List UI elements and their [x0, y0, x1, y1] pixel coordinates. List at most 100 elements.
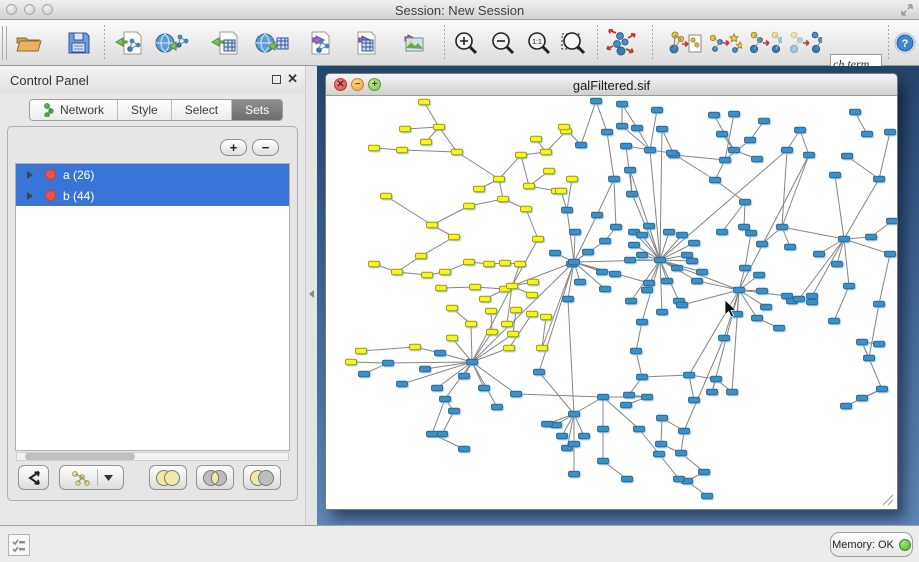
graph-node-blue[interactable] — [782, 147, 793, 153]
graph-node-yellow[interactable] — [381, 193, 392, 199]
graph-edge[interactable] — [471, 324, 472, 362]
graph-node-blue[interactable] — [677, 232, 688, 238]
graph-edge[interactable] — [442, 411, 454, 434]
close-panel-icon[interactable]: ✕ — [287, 71, 298, 87]
graph-node-blue[interactable] — [740, 265, 751, 271]
graph-edge[interactable] — [607, 132, 614, 179]
graph-node-blue[interactable] — [774, 325, 785, 331]
network-window-titlebar[interactable]: ✕ − + galFiltered.sif — [326, 74, 897, 96]
graph-edge[interactable] — [800, 130, 809, 155]
tab-network[interactable]: Network — [30, 100, 118, 120]
export-image-button[interactable] — [393, 27, 427, 59]
graph-edge[interactable] — [568, 299, 574, 414]
graph-edge[interactable] — [661, 418, 662, 444]
graph-node-blue[interactable] — [777, 224, 788, 230]
graph-node-blue[interactable] — [689, 397, 700, 403]
graph-node-yellow[interactable] — [544, 168, 555, 174]
graph-edge[interactable] — [472, 362, 497, 407]
import-network-file-button[interactable] — [113, 27, 147, 59]
graph-edge[interactable] — [512, 264, 520, 286]
graph-node-yellow[interactable] — [480, 296, 491, 302]
graph-node-blue[interactable] — [459, 373, 470, 379]
graph-node-blue[interactable] — [785, 244, 796, 250]
sets-list[interactable]: a (26)b (44) — [15, 163, 290, 451]
graph-node-blue[interactable] — [611, 224, 622, 230]
app-titlebar[interactable]: Session: New Session — [0, 0, 919, 20]
graph-edge[interactable] — [424, 102, 439, 127]
graph-node-blue[interactable] — [692, 278, 703, 284]
graph-node-blue[interactable] — [397, 381, 408, 387]
graph-node-blue[interactable] — [711, 376, 722, 382]
graph-node-yellow[interactable] — [528, 279, 539, 285]
graph-node-blue[interactable] — [832, 261, 843, 267]
graph-node-blue[interactable] — [830, 172, 841, 178]
graph-node-blue[interactable] — [877, 386, 888, 392]
graph-edge[interactable] — [597, 179, 614, 215]
graph-node-yellow[interactable] — [498, 196, 509, 202]
graph-edge[interactable] — [636, 322, 642, 351]
collapse-panel-icon[interactable] — [309, 290, 314, 298]
graph-node-blue[interactable] — [563, 296, 574, 302]
graph-node-blue[interactable] — [622, 476, 633, 482]
graph-node-blue[interactable] — [569, 411, 580, 417]
graph-node-blue[interactable] — [754, 272, 765, 278]
graph-edge[interactable] — [834, 286, 849, 321]
graph-node-blue[interactable] — [841, 403, 852, 409]
resize-grip-icon[interactable] — [882, 494, 894, 506]
graph-node-blue[interactable] — [699, 469, 710, 475]
save-session-button[interactable] — [62, 27, 96, 59]
graph-node-blue[interactable] — [862, 131, 873, 137]
network-window[interactable]: ✕ − + galFiltered.sif — [325, 73, 898, 510]
graph-node-blue[interactable] — [642, 287, 653, 293]
graph-node-blue[interactable] — [657, 126, 668, 132]
graph-node-blue[interactable] — [746, 230, 757, 236]
graph-node-blue[interactable] — [829, 318, 840, 324]
graph-node-blue[interactable] — [359, 371, 370, 377]
export-table-button[interactable] — [347, 27, 381, 59]
graph-edge[interactable] — [744, 202, 745, 227]
export-network-button[interactable] — [301, 27, 335, 59]
graph-node-yellow[interactable] — [421, 139, 432, 145]
fullscreen-icon[interactable] — [900, 3, 914, 17]
graph-node-blue[interactable] — [437, 431, 448, 437]
graph-edge[interactable] — [659, 454, 679, 479]
graph-node-blue[interactable] — [432, 385, 443, 391]
graph-node-blue[interactable] — [598, 458, 609, 464]
graph-edge[interactable] — [862, 342, 882, 389]
graph-node-blue[interactable] — [729, 147, 740, 153]
graph-node-yellow[interactable] — [516, 152, 527, 158]
graph-edge[interactable] — [660, 129, 662, 260]
graph-node-blue[interactable] — [739, 224, 750, 230]
import-table-file-button[interactable] — [209, 27, 243, 59]
graph-node-blue[interactable] — [591, 98, 602, 104]
graph-node-blue[interactable] — [435, 350, 446, 356]
graph-node-blue[interactable] — [662, 278, 673, 284]
graph-node-blue[interactable] — [631, 348, 642, 354]
toolbar-drag-handle[interactable] — [2, 26, 7, 60]
tab-select[interactable]: Select — [172, 100, 232, 120]
graph-node-blue[interactable] — [697, 269, 708, 275]
help-button[interactable]: ? — [888, 27, 919, 59]
graph-node-blue[interactable] — [652, 107, 663, 113]
import-table-web-button[interactable] — [255, 27, 289, 59]
network-canvas[interactable] — [326, 96, 897, 509]
graph-node-yellow[interactable] — [466, 321, 477, 327]
graph-edge[interactable] — [425, 362, 472, 369]
graph-node-blue[interactable] — [672, 265, 683, 271]
graph-node-blue[interactable] — [717, 229, 728, 235]
graph-node-blue[interactable] — [569, 441, 580, 447]
graph-node-blue[interactable] — [657, 309, 668, 315]
set-list-item[interactable]: a (26) — [16, 164, 289, 185]
graph-node-blue[interactable] — [562, 207, 573, 213]
graph-node-blue[interactable] — [761, 304, 772, 310]
graph-node-blue[interactable] — [655, 257, 666, 263]
graph-edge[interactable] — [432, 206, 469, 225]
graph-node-yellow[interactable] — [447, 335, 458, 341]
graph-node-blue[interactable] — [757, 241, 768, 247]
graph-edge[interactable] — [472, 332, 492, 362]
graph-node-yellow[interactable] — [502, 321, 513, 327]
graph-node-blue[interactable] — [729, 111, 740, 117]
graph-edge[interactable] — [642, 375, 689, 377]
graph-edge[interactable] — [812, 239, 844, 296]
graph-edge[interactable] — [879, 254, 890, 304]
